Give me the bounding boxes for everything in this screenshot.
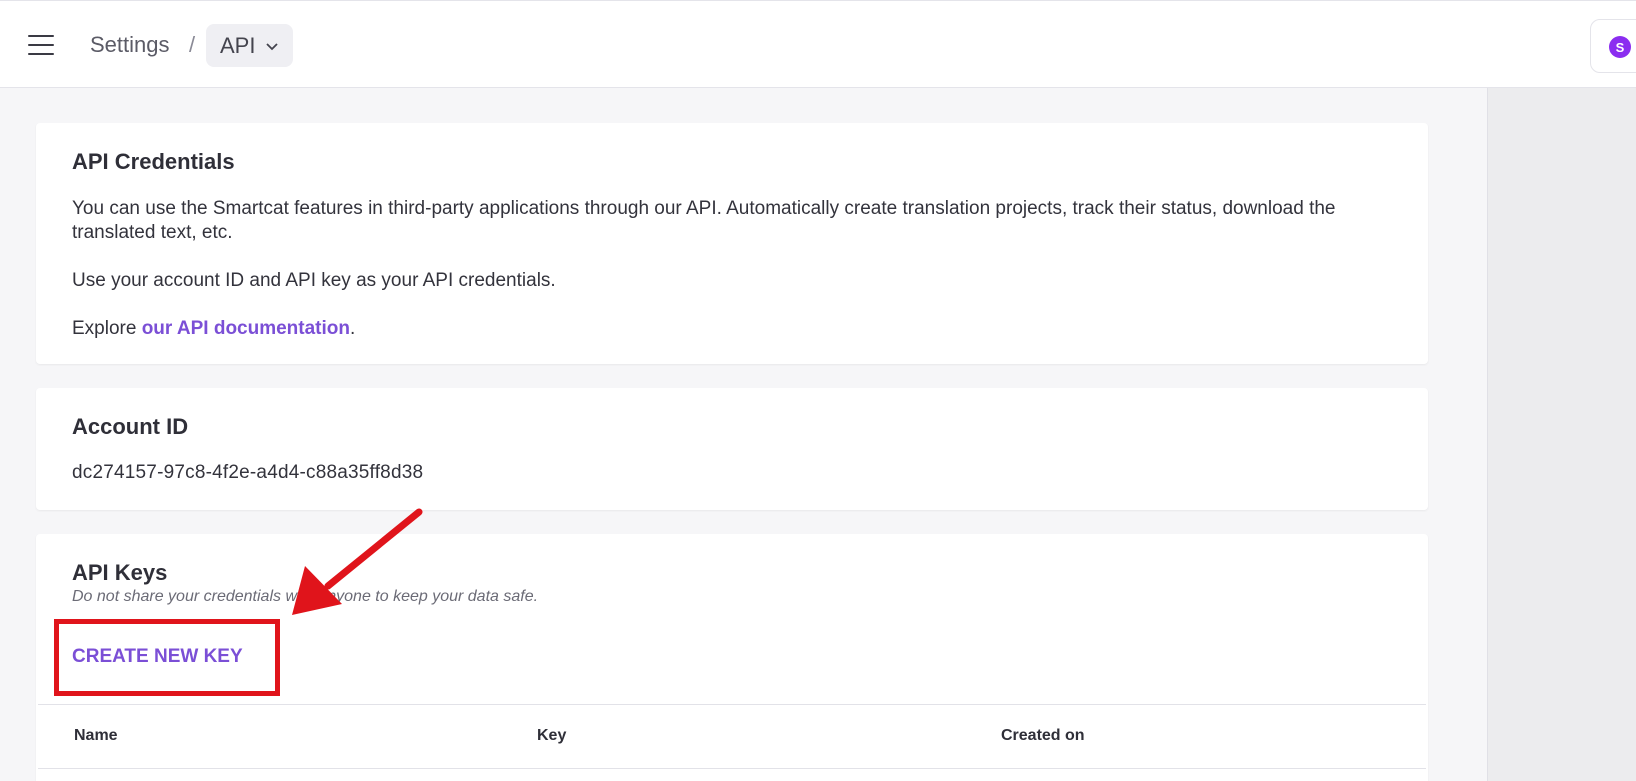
user-menu-button[interactable]: S xyxy=(1590,19,1636,73)
api-documentation-link[interactable]: our API documentation xyxy=(142,318,350,339)
api-credentials-card: API Credentials You can use the Smartcat… xyxy=(36,123,1428,364)
api-credentials-title: API Credentials xyxy=(72,149,235,174)
column-header-name[interactable]: Name xyxy=(74,727,118,745)
api-credentials-hint: Use your account ID and API key as your … xyxy=(72,270,556,291)
breadcrumb-settings[interactable]: Settings xyxy=(90,32,170,58)
breadcrumb-api-dropdown[interactable]: API xyxy=(206,24,294,67)
account-id-title: Account ID xyxy=(72,414,189,439)
api-keys-table-header: Name Key Created on xyxy=(38,704,1426,769)
breadcrumb-separator: / xyxy=(189,32,196,57)
api-credentials-description: You can use the Smartcat features in thi… xyxy=(72,198,1336,243)
right-side-panel xyxy=(1487,88,1636,781)
annotation-highlight-box xyxy=(54,619,280,696)
chevron-down-icon xyxy=(266,42,279,50)
explore-docs-line: Explore our API documentation. xyxy=(72,317,1392,341)
account-id-value: dc274157-97c8-4f2e-a4d4-c88a35ff8d38 xyxy=(72,462,424,483)
column-header-created-on[interactable]: Created on xyxy=(1001,727,1085,745)
menu-icon[interactable] xyxy=(28,35,54,55)
api-keys-title: API Keys xyxy=(72,560,168,585)
account-id-card: Account ID dc274157-97c8-4f2e-a4d4-c88a3… xyxy=(36,388,1428,510)
explore-suffix: . xyxy=(350,318,356,339)
top-bar: Settings / API S xyxy=(0,0,1636,88)
explore-prefix: Explore xyxy=(72,318,142,339)
avatar: S xyxy=(1609,36,1631,58)
api-keys-note: Do not share your credentials with anyon… xyxy=(72,588,539,605)
breadcrumb-current-label: API xyxy=(220,32,256,58)
column-header-key[interactable]: Key xyxy=(537,727,566,745)
